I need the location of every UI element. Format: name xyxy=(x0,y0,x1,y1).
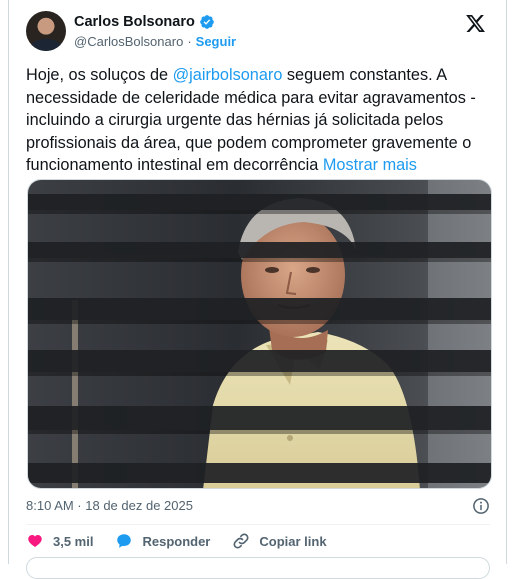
like-count: 3,5 mil xyxy=(53,533,94,549)
show-more-link[interactable]: Mostrar mais xyxy=(323,156,417,174)
reply-label: Responder xyxy=(142,533,211,549)
author-block: Carlos Bolsonaro @CarlosBolsonaro · Segu… xyxy=(74,14,236,49)
tweet-card: Carlos Bolsonaro @CarlosBolsonaro · Segu… xyxy=(8,0,507,579)
reply-button[interactable]: Responder xyxy=(115,532,210,550)
copy-link-label: Copiar link xyxy=(259,533,327,549)
read-replies-button[interactable] xyxy=(26,557,490,579)
handle-separator: · xyxy=(187,34,192,49)
verified-badge-icon xyxy=(200,15,214,29)
avatar-shoulders xyxy=(30,39,62,51)
handle-row: @CarlosBolsonaro · Seguir xyxy=(74,34,236,49)
author-handle[interactable]: @CarlosBolsonaro xyxy=(74,34,183,49)
divider xyxy=(26,524,490,525)
tweet-header: Carlos Bolsonaro @CarlosBolsonaro · Segu… xyxy=(26,11,492,57)
reply-bubble-icon xyxy=(117,534,132,548)
avatar[interactable] xyxy=(26,11,66,51)
x-logo-icon[interactable] xyxy=(465,13,486,34)
action-bar: 3,5 mil Responder Copiar link xyxy=(26,530,349,552)
tweet-timestamp[interactable]: 8:10 AM · 18 de dez de 2025 xyxy=(26,498,193,513)
like-button[interactable]: 3,5 mil xyxy=(26,532,93,550)
tweet-text-start: Hoje, os soluços de xyxy=(26,66,173,84)
follow-button[interactable]: Seguir xyxy=(196,34,236,49)
timestamp-row: 8:10 AM · 18 de dez de 2025 xyxy=(26,498,490,518)
copy-link-button[interactable]: Copiar link xyxy=(232,532,327,550)
name-row: Carlos Bolsonaro xyxy=(74,14,236,30)
mention-link[interactable]: @jairbolsonaro xyxy=(173,66,283,84)
heart-icon xyxy=(28,535,42,547)
info-icon[interactable] xyxy=(472,497,490,515)
author-display-name[interactable]: Carlos Bolsonaro xyxy=(74,14,195,30)
tweet-text: Hoje, os soluços de @jairbolsonaro segue… xyxy=(26,64,496,177)
photo-illustration xyxy=(28,180,491,488)
link-icon xyxy=(233,533,249,549)
tweet-photo[interactable] xyxy=(27,179,492,489)
